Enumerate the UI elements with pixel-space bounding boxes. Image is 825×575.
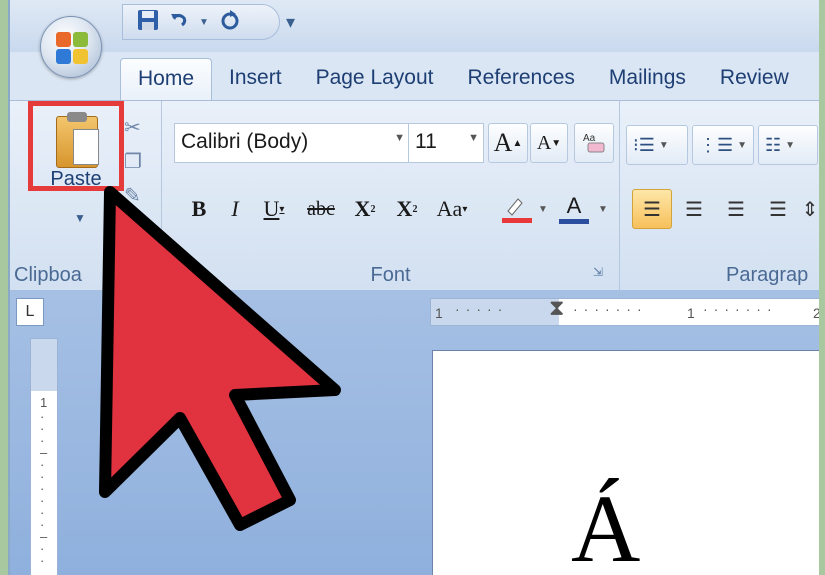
- title-bar: ▼ ▾: [10, 0, 819, 52]
- tab-mailings[interactable]: Mailings: [592, 58, 703, 102]
- document-workspace: L 1 ····· ⧗ ······· 1 ······· 2 1 ···–··…: [10, 290, 819, 575]
- bold-button[interactable]: B: [184, 189, 214, 229]
- font-color-letter: A: [566, 192, 582, 218]
- align-center-button[interactable]: ☰: [674, 189, 714, 229]
- subscript-button[interactable]: X2: [346, 189, 384, 229]
- strikethrough-button[interactable]: abc: [298, 189, 344, 229]
- align-left-icon: ☰: [643, 198, 661, 221]
- customize-qat-icon[interactable]: ▾: [286, 12, 295, 33]
- paragraph-group: ⁝☰ ▼ ⋮☰ ▼ ☷ ▼ ☰ ☰ ☰ ☰ ⇕ Paragrap: [620, 101, 819, 291]
- ribbon: Paste ▼ ✂ ❐ ✎ Clipboa Calibri (Body) ▼ 1…: [10, 100, 819, 291]
- justify-icon: ☰: [769, 198, 787, 221]
- office-button[interactable]: [40, 16, 102, 78]
- font-family-dropdown-icon[interactable]: ▼: [394, 132, 405, 144]
- redo-icon[interactable]: [219, 9, 241, 35]
- v-ruler-ticks: · · · – · · · · · · – · ·: [40, 409, 48, 568]
- font-family-select[interactable]: Calibri (Body) ▼: [174, 123, 410, 163]
- ruler-ticks-right: ·······: [703, 301, 778, 317]
- document-text: Á: [571, 475, 641, 575]
- change-case-button[interactable]: Aa ▾: [430, 189, 474, 229]
- undo-dropdown-icon[interactable]: ▼: [199, 17, 209, 28]
- quick-access-toolbar: ▼: [122, 4, 280, 40]
- grow-font-button[interactable]: A ▲: [488, 123, 528, 163]
- ruler-ticks-left: ·····: [455, 301, 509, 317]
- clipboard-group: Paste ▼ ✂ ❐ ✎ Clipboa: [10, 101, 162, 291]
- format-painter-icon[interactable]: ✎: [124, 179, 142, 213]
- font-group: Calibri (Body) ▼ 11 ▼ A ▲ A ▼ Aa B I U ▾ ab…: [162, 101, 620, 291]
- cut-icon[interactable]: ✂: [124, 111, 142, 145]
- font-color-swatch: [559, 218, 589, 224]
- tab-review[interactable]: Review: [703, 58, 806, 102]
- office-logo-icon: [56, 32, 88, 64]
- font-color-button[interactable]: A: [554, 189, 594, 229]
- grow-font-icon: A: [493, 128, 513, 157]
- font-size-select[interactable]: 11 ▼: [408, 123, 484, 163]
- highlight-button[interactable]: [498, 189, 538, 229]
- tab-selector-button[interactable]: L: [16, 298, 44, 326]
- document-page[interactable]: Á: [432, 350, 819, 575]
- font-family-value: Calibri (Body): [181, 130, 309, 153]
- svg-text:Aa: Aa: [583, 133, 596, 144]
- bullets-button[interactable]: ⁝☰ ▼: [626, 125, 688, 165]
- paste-dropdown-icon[interactable]: ▼: [74, 211, 86, 225]
- clipboard-group-label: Clipboa: [14, 264, 82, 286]
- underline-button[interactable]: U ▾: [256, 189, 292, 229]
- highlighter-icon: [502, 198, 532, 223]
- clear-formatting-button[interactable]: Aa: [574, 123, 614, 163]
- tab-insert[interactable]: Insert: [212, 58, 299, 102]
- paste-label: Paste: [50, 168, 102, 190]
- highlight-dropdown-icon[interactable]: ▼: [538, 204, 548, 215]
- shrink-font-icon: A: [536, 131, 552, 154]
- superscript-label: X: [396, 196, 413, 221]
- line-spacing-icon: ⇕: [801, 198, 819, 221]
- numbering-button[interactable]: ⋮☰ ▼: [692, 125, 754, 165]
- bullets-icon: ⁝☰: [633, 134, 655, 155]
- align-left-button[interactable]: ☰: [632, 189, 672, 229]
- clipboard-small-buttons: ✂ ❐ ✎: [124, 111, 142, 213]
- v-ruler-mark: 1: [40, 395, 48, 410]
- save-icon[interactable]: [137, 9, 159, 35]
- font-dialog-launcher-icon[interactable]: ⇲: [593, 265, 603, 279]
- indent-marker-icon[interactable]: ⧗: [549, 299, 564, 321]
- subscript-label: X: [354, 196, 371, 221]
- font-group-label: Font: [370, 264, 411, 286]
- multilevel-list-button[interactable]: ☷ ▼: [758, 125, 818, 165]
- word-window: ▼ ▾ Home Insert Page Layout References M…: [8, 0, 819, 575]
- tab-references[interactable]: References: [451, 58, 592, 102]
- ruler-mark-3: 2: [813, 305, 819, 321]
- multilevel-list-icon: ☷: [765, 134, 782, 155]
- shrink-font-button[interactable]: A ▼: [530, 123, 568, 163]
- align-right-button[interactable]: ☰: [716, 189, 756, 229]
- font-color-dropdown-icon[interactable]: ▼: [598, 204, 608, 215]
- underline-label: U: [263, 196, 280, 221]
- ruler-ticks-mid: ·······: [573, 301, 648, 317]
- font-size-dropdown-icon[interactable]: ▼: [468, 132, 479, 144]
- paste-button[interactable]: Paste: [28, 101, 124, 191]
- clipboard-icon: [56, 112, 99, 168]
- ribbon-tabs: Home Insert Page Layout References Maili…: [120, 58, 806, 102]
- paragraph-group-label: Paragrap: [726, 264, 809, 286]
- change-case-label: Aa: [436, 196, 463, 221]
- align-right-icon: ☰: [727, 198, 745, 221]
- justify-button[interactable]: ☰: [758, 189, 798, 229]
- ruler-mark-2: 1: [687, 305, 695, 321]
- tab-home[interactable]: Home: [120, 58, 213, 102]
- align-center-icon: ☰: [685, 198, 703, 221]
- copy-icon[interactable]: ❐: [124, 145, 142, 179]
- line-spacing-button[interactable]: ⇕: [800, 189, 819, 229]
- italic-button[interactable]: I: [220, 189, 250, 229]
- tab-page-layout[interactable]: Page Layout: [299, 58, 451, 102]
- superscript-button[interactable]: X2: [388, 189, 426, 229]
- ruler-mark-1: 1: [435, 305, 443, 321]
- undo-icon[interactable]: [169, 10, 189, 34]
- horizontal-ruler[interactable]: 1 ····· ⧗ ······· 1 ······· 2: [430, 298, 819, 326]
- font-size-value: 11: [415, 130, 437, 153]
- vertical-ruler[interactable]: 1 · · · – · · · · · · – · ·: [30, 338, 58, 575]
- clear-formatting-icon: Aa: [583, 133, 605, 153]
- numbering-icon: ⋮☰: [699, 134, 734, 155]
- tab-selector-icon: L: [25, 303, 35, 320]
